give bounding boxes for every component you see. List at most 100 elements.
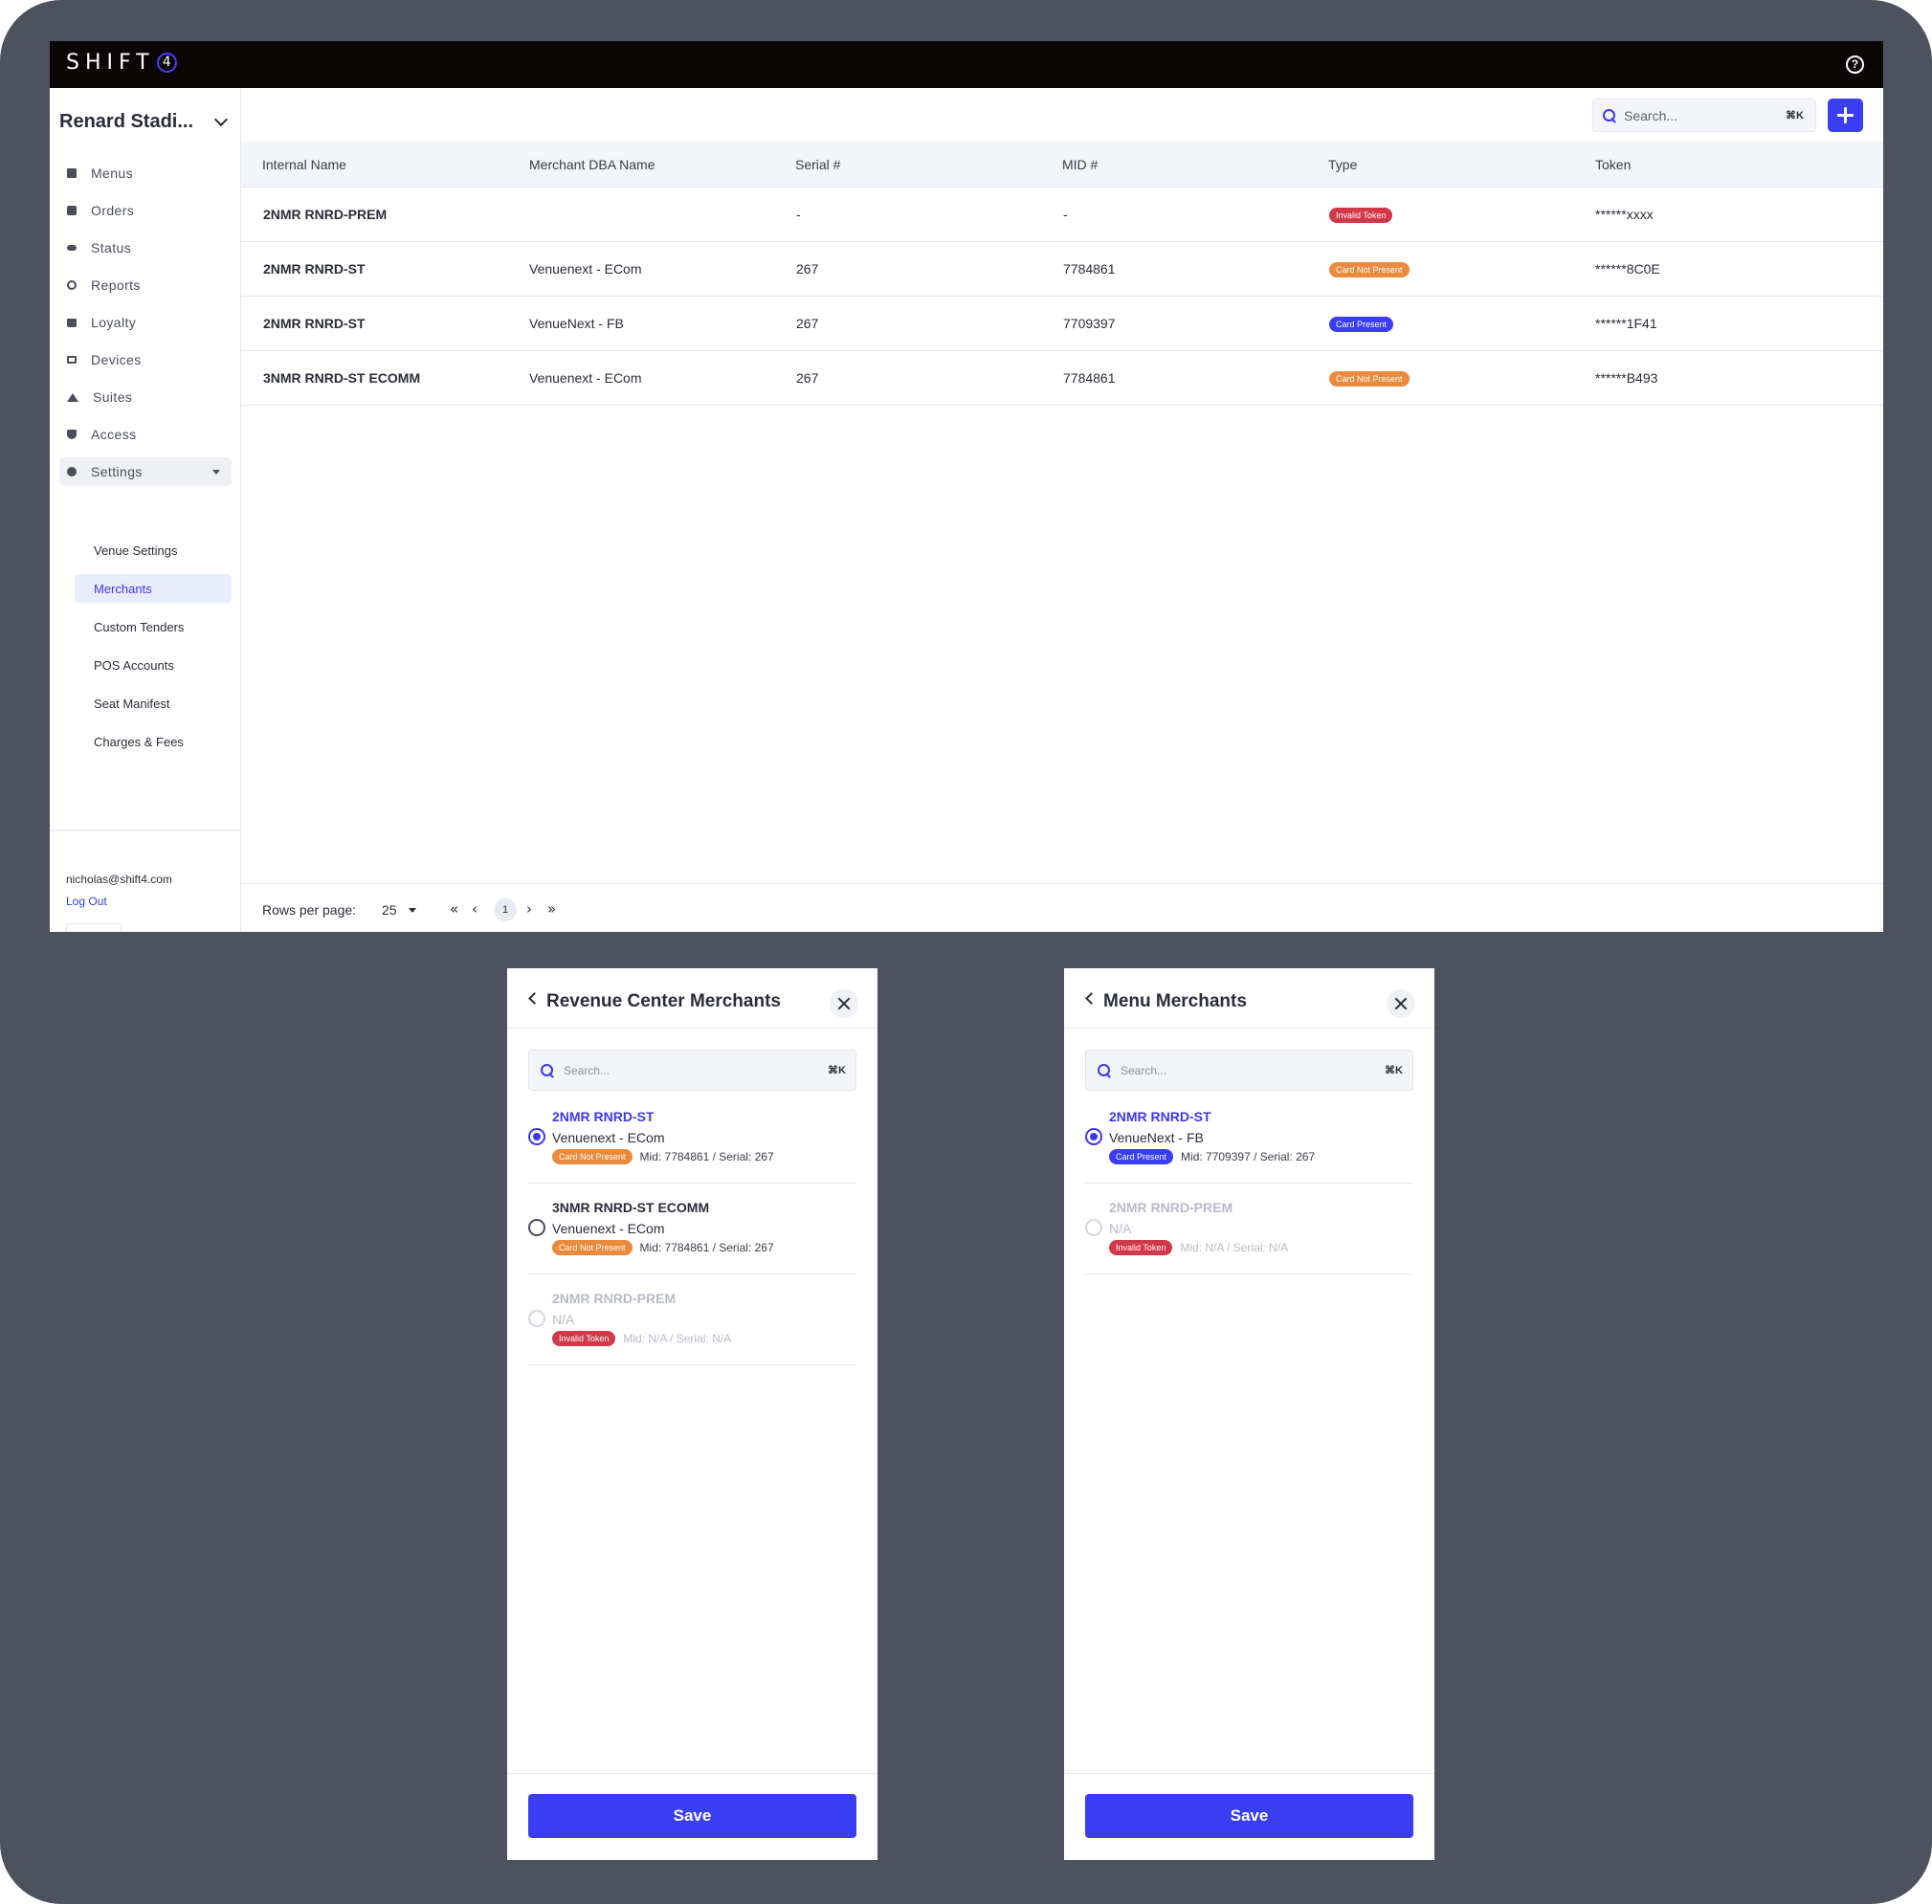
caret-down-icon[interactable] [409, 908, 416, 913]
prev-page-button[interactable]: ‹ [472, 900, 477, 918]
sidebar-item-venue-settings[interactable]: Venue Settings [75, 536, 232, 565]
cell-serial: 267 [796, 370, 819, 386]
cell-mid: 7784861 [1063, 261, 1116, 277]
access-icon [67, 430, 77, 439]
chevron-left-icon[interactable] [1085, 992, 1098, 1005]
sidebar-item-label: Status [91, 240, 132, 255]
sidebar-item-orders[interactable]: Orders [59, 196, 232, 225]
cell-dba-name: Venuenext - ECom [529, 370, 642, 386]
sidebar-item-merchants[interactable]: Merchants [75, 574, 232, 603]
column-header-internal-name[interactable]: Internal Name [262, 157, 346, 172]
search-placeholder: Search... [1121, 1063, 1167, 1077]
caret-down-icon [212, 469, 220, 475]
table-row[interactable]: 3NMR RNRD-ST ECOMM Venuenext - ECom 267 … [241, 351, 1883, 406]
sidebar-item-label: Access [91, 427, 137, 442]
rows-per-page-select[interactable]: 25 [382, 902, 397, 918]
panel-title: Revenue Center Merchants [546, 991, 781, 1011]
panel-footer: Save [1064, 1773, 1434, 1860]
cell-serial: - [796, 207, 801, 222]
save-button[interactable]: Save [528, 1794, 856, 1838]
column-header-serial[interactable]: Serial # [795, 157, 840, 172]
merchant-option[interactable]: 2NMR RNRD-ST Venuenext - ECom Card Not P… [528, 1093, 856, 1184]
sidebar-item-label: Orders [91, 203, 135, 218]
chevron-left-icon[interactable] [528, 992, 541, 1005]
app-window: SHIFT 4 ? Renard Stadi... Menus Orders S… [50, 41, 1883, 932]
merchant-meta: Card Not Present Mid: 7784861 / Serial: … [552, 1149, 774, 1164]
merchant-mid-serial: Mid: 7709397 / Serial: 267 [1181, 1150, 1316, 1163]
search-input[interactable]: Search... ⌘K [1085, 1050, 1413, 1091]
cell-token: ******B493 [1595, 370, 1658, 386]
chevron-down-icon [213, 112, 229, 127]
merchant-meta: Invalid Token Mid: N/A / Serial: N/A [552, 1331, 731, 1346]
column-header-dba-name[interactable]: Merchant DBA Name [529, 157, 655, 172]
merchant-dba: N/A [552, 1312, 575, 1327]
column-header-token[interactable]: Token [1595, 157, 1631, 172]
save-button[interactable]: Save [1085, 1794, 1413, 1838]
merchant-dba: N/A [1109, 1221, 1132, 1236]
merchant-option[interactable]: 2NMR RNRD-ST VenueNext - FB Card Present… [1085, 1093, 1413, 1184]
reports-icon [67, 280, 77, 290]
sidebar-item-settings[interactable]: Settings [59, 457, 232, 486]
devices-icon [67, 356, 77, 364]
sidebar-item-devices[interactable]: Devices [59, 345, 232, 374]
table-row[interactable]: 2NMR RNRD-ST VenueNext - FB 267 7709397 … [241, 297, 1883, 351]
sidebar-item-pos-accounts[interactable]: POS Accounts [75, 651, 232, 679]
page-number-button[interactable]: 1 [494, 898, 517, 921]
radio-button[interactable] [528, 1219, 545, 1236]
merchant-dba: Venuenext - ECom [552, 1221, 665, 1236]
sidebar-item-suites[interactable]: Suites [59, 383, 232, 411]
sidebar-item-label: Reports [91, 277, 141, 293]
last-page-button[interactable]: » [547, 900, 556, 918]
cell-serial: 267 [796, 261, 819, 277]
cell-internal-name: 2NMR RNRD-ST [263, 261, 366, 277]
radio-button[interactable] [528, 1128, 545, 1145]
menu-merchants-panel: Menu Merchants Search... ⌘K 2NMR RNRD-ST… [1064, 968, 1434, 1860]
close-icon[interactable] [830, 989, 858, 1018]
menus-icon [67, 168, 77, 178]
sidebar-item-label: Devices [91, 352, 142, 367]
venue-selector[interactable]: Renard Stadi... [59, 107, 232, 136]
first-page-button[interactable]: « [450, 900, 458, 918]
merchant-option[interactable]: 3NMR RNRD-ST ECOMM Venuenext - ECom Card… [528, 1184, 856, 1274]
sidebar-divider [50, 830, 241, 831]
shift4-logo[interactable]: SHIFT 4 [66, 51, 177, 75]
sidebar-item-status[interactable]: Status [59, 233, 232, 262]
radio-button[interactable] [1085, 1128, 1102, 1145]
cell-token: ******xxxx [1595, 207, 1654, 222]
sidebar-item-seat-manifest[interactable]: Seat Manifest [75, 689, 232, 718]
next-page-button[interactable]: › [526, 900, 532, 918]
rows-per-page-label: Rows per page: [262, 902, 357, 918]
logout-link[interactable]: Log Out [66, 895, 107, 908]
merchant-mid-serial: Mid: N/A / Serial: N/A [1180, 1241, 1289, 1254]
sidebar-item-label: Suites [93, 389, 133, 405]
sidebar-item-menus[interactable]: Menus [59, 159, 232, 188]
merchant-meta: Invalid Token Mid: N/A / Serial: N/A [1109, 1240, 1288, 1255]
search-input[interactable]: Search... ⌘K [1592, 99, 1816, 132]
table-row[interactable]: 2NMR RNRD-PREM - - Invalid Token ******x… [241, 188, 1883, 242]
column-header-type[interactable]: Type [1328, 157, 1357, 172]
add-merchant-button[interactable] [1828, 99, 1863, 132]
status-badge: Invalid Token [1109, 1240, 1173, 1255]
merchant-option-disabled: 2NMR RNRD-PREM N/A Invalid Token Mid: N/… [528, 1274, 856, 1365]
sidebar-item-access[interactable]: Access [59, 420, 232, 449]
column-header-mid[interactable]: MID # [1062, 157, 1098, 172]
status-badge: Card Not Present [1329, 371, 1410, 387]
search-shortcut: ⌘K [1385, 1065, 1403, 1076]
table-row[interactable]: 2NMR RNRD-ST Venuenext - ECom 267 778486… [241, 242, 1883, 297]
radio-button [1085, 1219, 1102, 1236]
status-badge: Card Not Present [1329, 262, 1410, 277]
sidebar-nav: Menus Orders Status Reports Loyalty Devi… [59, 159, 232, 495]
sidebar-item-charges-fees[interactable]: Charges & Fees [75, 727, 232, 756]
logo-text: SHIFT [66, 51, 155, 75]
cell-dba-name: VenueNext - FB [529, 316, 624, 331]
sidebar-item-loyalty[interactable]: Loyalty [59, 308, 232, 337]
merchant-mid-serial: Mid: N/A / Serial: N/A [623, 1332, 732, 1345]
sidebar-item-custom-tenders[interactable]: Custom Tenders [75, 612, 232, 641]
search-input[interactable]: Search... ⌘K [528, 1050, 856, 1091]
cell-token: ******8C0E [1595, 261, 1660, 277]
question-circle-icon[interactable]: ? [1846, 55, 1864, 74]
sidebar-item-reports[interactable]: Reports [59, 271, 232, 299]
search-placeholder: Search... [1624, 107, 1678, 123]
cell-serial: 267 [796, 316, 819, 331]
close-icon[interactable] [1387, 989, 1415, 1018]
